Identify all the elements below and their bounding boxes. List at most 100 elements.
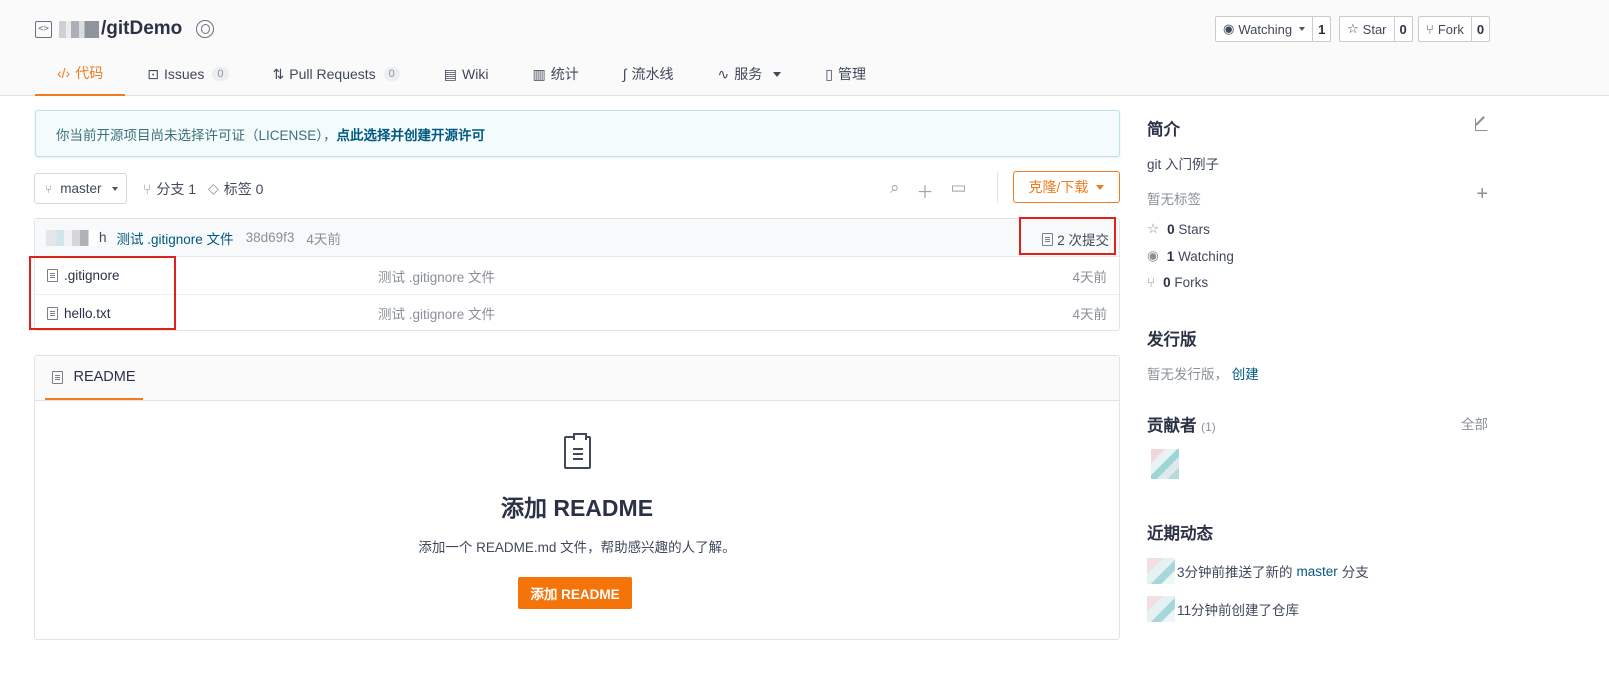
branch-icon: ⑂ (45, 181, 53, 196)
pipeline-icon: ∫ (622, 66, 627, 82)
code-repo-icon: <> (35, 20, 52, 38)
plus-icon[interactable]: ＋ (917, 178, 934, 203)
activity-item: 3分钟前推送了新的 master 分支 (1147, 558, 1369, 584)
readme-header: README (35, 356, 1119, 401)
file-commit-message[interactable]: 测试 .gitignore 文件 (378, 303, 495, 323)
intro-title: 简介 (1147, 121, 1180, 139)
file-link[interactable]: .gitignore (47, 268, 120, 283)
commit-message-link[interactable]: 测试 .gitignore 文件 (117, 228, 234, 248)
forks-stat[interactable]: ⑂ 0 Forks (1147, 275, 1208, 290)
chevron-down-icon (1096, 184, 1105, 190)
chevron-down-icon (773, 71, 782, 77)
releases-text: 暂无发行版， 创建 (1147, 367, 1259, 382)
activity-item: 11分钟前创建了仓库 (1147, 596, 1299, 622)
stars-stat[interactable]: ☆ 0 Stars (1147, 221, 1210, 237)
add-tag-icon[interactable]: + (1476, 184, 1488, 204)
table-row: .gitignore 测试 .gitignore 文件 4天前 (35, 257, 1119, 294)
bar-chart-icon: ▥ (532, 65, 546, 82)
tab-pipeline[interactable]: ∫ 流水线 (601, 52, 696, 96)
file-list: h 测试 .gitignore 文件 38d69f3 4天前 2 次提交 .gi… (34, 218, 1120, 331)
tab-code[interactable]: ‹/› 代码 (35, 52, 126, 96)
tag-icon: ◇ (208, 180, 219, 196)
activity-title: 近期动态 (1147, 525, 1213, 543)
repo-title: <> /gitDemo (35, 16, 215, 42)
chevron-down-icon (112, 186, 119, 191)
add-readme-button[interactable]: 添加 README (518, 577, 632, 609)
clone-download-button[interactable]: 克隆/下载 (1013, 171, 1120, 203)
fork-icon: ⑂ (1426, 21, 1434, 37)
readme-panel: README 添加 README 添加一个 README.md 文件，帮助感兴趣… (34, 355, 1120, 640)
create-release-link[interactable]: 创建 (1232, 367, 1259, 382)
tab-services[interactable]: ∿ 服务 (696, 52, 804, 96)
pull-request-icon: ⇅ (272, 65, 285, 82)
star-button[interactable]: ☆ Star 0 (1339, 16, 1413, 42)
all-contributors-link[interactable]: 全部 (1461, 413, 1488, 433)
table-row: hello.txt 测试 .gitignore 文件 4天前 (35, 294, 1119, 331)
create-license-link[interactable]: 点此选择并创建开源许可 (337, 124, 486, 144)
web-ide-icon[interactable]: ▭ (951, 178, 967, 203)
branches-link[interactable]: ⑂ 分支 1 (143, 173, 196, 204)
readme-doc-icon (52, 370, 64, 384)
commit-hash[interactable]: 38d69f3 (246, 230, 295, 245)
branch-select[interactable]: ⑂ master (34, 173, 127, 204)
repo-header: <> /gitDemo ◉ Watching 1 ☆ Star 0 ⑂ Fork 0 … (0, 0, 1609, 96)
tab-manage[interactable]: ▯ 管理 (803, 52, 888, 96)
edit-icon[interactable] (1475, 118, 1488, 131)
latest-commit-row: h 测试 .gitignore 文件 38d69f3 4天前 2 次提交 (35, 219, 1119, 257)
readme-empty-desc: 添加一个 README.md 文件，帮助感兴趣的人了解。 (418, 540, 736, 555)
watch-label: Watching (1238, 21, 1293, 37)
star-icon: ☆ (1347, 21, 1359, 36)
tags-link[interactable]: ◇ 标签 0 (208, 173, 263, 204)
fork-button[interactable]: ⑂ Fork 0 (1418, 16, 1491, 42)
toolbar-icons: ⌕ ＋ ▭ (890, 178, 967, 203)
issues-icon: ⊡ (147, 65, 159, 82)
clipboard-icon (564, 433, 591, 469)
fork-count[interactable]: 0 (1470, 17, 1489, 41)
pr-count: 0 (383, 67, 400, 81)
file-icon (47, 306, 58, 320)
contributors-count: (1) (1201, 420, 1216, 434)
license-notice: 你当前开源项目尚未选择许可证（LICENSE）， 点此选择并创建开源许可 (35, 110, 1120, 157)
repo-name-link[interactable]: /gitDemo (101, 18, 182, 40)
avatar[interactable] (1147, 596, 1175, 622)
avatar[interactable] (1147, 558, 1175, 584)
contributor-avatar[interactable] (1151, 449, 1179, 479)
contributors-title: 贡献者 (1) (1147, 417, 1216, 435)
commit-count-link[interactable]: 2 次提交 (1042, 229, 1109, 249)
tab-stats[interactable]: ▥ 统计 (510, 52, 600, 96)
license-notice-text: 你当前开源项目尚未选择许可证（LICENSE）， (56, 127, 337, 143)
recommend-badge-icon[interactable] (196, 20, 215, 38)
eye-icon: ◉ (1147, 248, 1159, 263)
branch-link[interactable]: master (1297, 564, 1338, 579)
commit-time: 4天前 (306, 231, 341, 247)
commit-history-icon (1042, 232, 1054, 246)
chevron-down-icon (1299, 27, 1306, 31)
pulse-icon: ∿ (717, 65, 730, 82)
settings-doc-icon: ▯ (825, 65, 833, 82)
tab-pull-requests[interactable]: ⇅ Pull Requests 0 (251, 52, 422, 96)
file-icon (47, 269, 58, 282)
repo-description: git 入门例子 (1147, 157, 1220, 172)
readme-tab[interactable]: README (45, 356, 143, 400)
search-icon[interactable]: ⌕ (890, 178, 900, 203)
owner-name-redacted[interactable] (59, 20, 99, 38)
watching-stat[interactable]: ◉ 1 Watching (1147, 248, 1234, 264)
book-icon: ▤ (443, 65, 458, 82)
branch-name: master (60, 181, 102, 196)
star-icon: ☆ (1147, 221, 1160, 236)
file-time: 4天前 (1072, 307, 1107, 322)
tab-wiki[interactable]: ▤ Wiki (422, 52, 511, 96)
author-name[interactable]: h (99, 230, 107, 245)
file-link[interactable]: hello.txt (47, 306, 111, 321)
watch-button[interactable]: ◉ Watching 1 (1215, 16, 1332, 42)
star-label: Star (1362, 21, 1387, 37)
star-count[interactable]: 0 (1393, 17, 1412, 41)
repo-tabs: ‹/› 代码 ⊡ Issues 0 ⇅ Pull Requests 0 ▤ Wiki ▥ 统计… (35, 52, 888, 96)
file-commit-message[interactable]: 测试 .gitignore 文件 (378, 266, 495, 286)
code-icon: ‹/› (57, 65, 71, 81)
tab-issues[interactable]: ⊡ Issues 0 (125, 52, 250, 96)
releases-title: 发行版 (1147, 331, 1197, 349)
toolbar-divider (997, 172, 998, 203)
author-avatar-redacted[interactable] (46, 229, 98, 246)
watch-count[interactable]: 1 (1312, 17, 1330, 41)
